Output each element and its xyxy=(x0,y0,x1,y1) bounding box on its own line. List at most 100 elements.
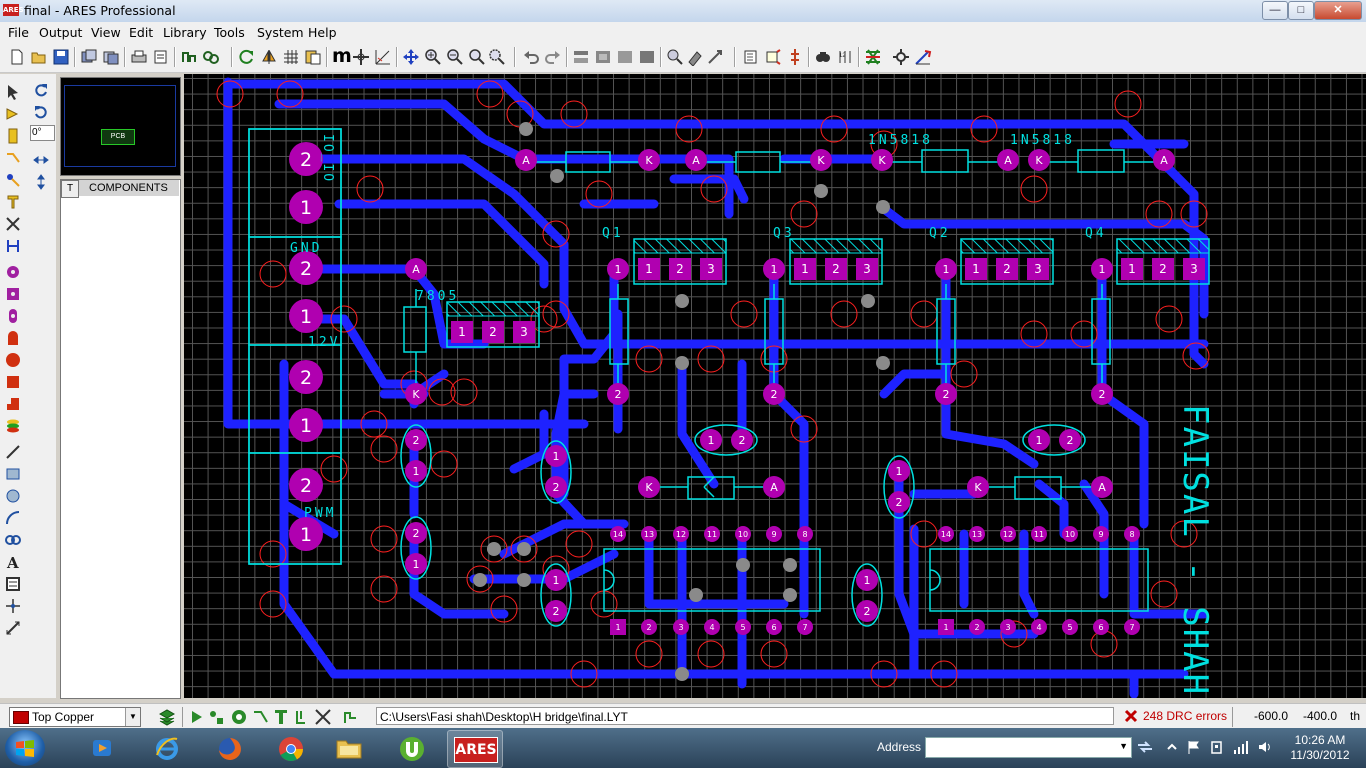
address-input[interactable]: ▼ xyxy=(925,737,1132,758)
menu-view[interactable]: View xyxy=(91,25,121,40)
explorer-button[interactable] xyxy=(322,730,376,766)
netlist2-icon[interactable] xyxy=(202,48,220,66)
layers-stack-icon[interactable] xyxy=(158,708,176,726)
ratsnest-toggle-icon[interactable] xyxy=(314,708,332,726)
block-delete-icon[interactable] xyxy=(638,48,656,66)
system-clock[interactable]: 10:26 AM 11/30/2012 xyxy=(1284,733,1356,763)
show-hidden-icons-icon[interactable] xyxy=(1166,741,1178,753)
menu-tools[interactable]: Tools xyxy=(214,25,245,40)
zoom-in-icon[interactable] xyxy=(424,48,442,66)
print-icon[interactable] xyxy=(130,48,148,66)
object-selector[interactable]: T COMPONENTS xyxy=(60,179,181,699)
mirror-horizontal-icon[interactable] xyxy=(33,152,49,168)
zoom-out-icon[interactable] xyxy=(446,48,464,66)
padstack-icon[interactable] xyxy=(5,418,21,434)
refresh-icon[interactable] xyxy=(238,48,256,66)
via-icon[interactable] xyxy=(5,172,21,188)
connectivity-highlight-icon[interactable] xyxy=(342,708,360,726)
chevron-down-icon[interactable]: ▼ xyxy=(125,708,140,726)
edge-pad-icon[interactable] xyxy=(5,330,21,346)
dimension-icon[interactable] xyxy=(5,620,21,636)
menu-system[interactable]: System xyxy=(257,25,304,40)
export-icon[interactable] xyxy=(102,48,120,66)
sort-icon[interactable]: 12 xyxy=(836,48,854,66)
step-icon[interactable] xyxy=(208,708,226,726)
probe-icon[interactable] xyxy=(786,48,804,66)
undo-icon[interactable] xyxy=(522,48,540,66)
zoom-area-icon[interactable] xyxy=(488,48,506,66)
maximize-button[interactable]: □ xyxy=(1288,1,1314,20)
layers-icon[interactable] xyxy=(304,48,322,66)
grid-icon[interactable] xyxy=(282,48,300,66)
polygon-pad-icon[interactable] xyxy=(5,396,21,412)
zone-icon[interactable] xyxy=(5,194,21,210)
block-copy-icon[interactable] xyxy=(572,48,590,66)
flip-icon[interactable] xyxy=(260,48,278,66)
volume-icon[interactable] xyxy=(1257,739,1273,755)
select-icon[interactable] xyxy=(5,84,21,100)
minimize-button[interactable]: — xyxy=(1262,1,1288,20)
chrome-button[interactable] xyxy=(264,730,318,766)
go-arrow-icon[interactable] xyxy=(1136,739,1154,755)
overview-window[interactable]: PCB xyxy=(60,77,181,176)
netlist-icon[interactable] xyxy=(180,48,198,66)
square-pad-icon[interactable] xyxy=(5,286,21,302)
menu-file[interactable]: File xyxy=(8,25,29,40)
start-button[interactable] xyxy=(5,730,45,766)
circle-pad-icon[interactable] xyxy=(5,352,21,368)
pause-icon[interactable] xyxy=(230,708,248,726)
search-icon[interactable] xyxy=(814,48,832,66)
track-icon[interactable] xyxy=(5,150,21,166)
zoom-all-icon[interactable] xyxy=(468,48,486,66)
ares-app-icon[interactable]: ARES xyxy=(3,4,24,16)
pan-icon[interactable] xyxy=(402,48,420,66)
route-icon[interactable] xyxy=(252,708,270,726)
media-app-button[interactable] xyxy=(75,730,129,766)
play-icon[interactable] xyxy=(188,708,206,726)
round-pad-icon[interactable] xyxy=(5,264,21,280)
menu-library[interactable]: Library xyxy=(163,25,207,40)
bus-icon[interactable] xyxy=(764,48,782,66)
pcb-editing-window[interactable]: 2 1 2 1 2 1 2 1 A K A K K A K A A K K A … xyxy=(184,74,1366,698)
block-move-icon[interactable] xyxy=(594,48,612,66)
ratsnest-icon[interactable] xyxy=(914,48,932,66)
origin-icon[interactable] xyxy=(352,48,370,66)
rotation-angle-input[interactable]: 0° xyxy=(30,125,55,141)
connectivity-icon[interactable] xyxy=(5,238,21,254)
device-icon[interactable] xyxy=(1209,739,1225,755)
ares-taskbar-button[interactable]: ARES xyxy=(447,730,503,768)
internet-explorer-button[interactable] xyxy=(140,730,194,766)
arc-icon[interactable] xyxy=(5,510,21,526)
tag-pin-icon[interactable] xyxy=(292,708,310,726)
metric-toggle-button[interactable]: m xyxy=(332,45,352,67)
drc-status[interactable]: 248 DRC errors xyxy=(1120,707,1228,725)
firefox-button[interactable] xyxy=(203,730,257,766)
menu-help[interactable]: Help xyxy=(308,25,337,40)
library-icon[interactable] xyxy=(686,48,704,66)
box-icon[interactable] xyxy=(5,466,21,482)
rotate-ccw-icon[interactable] xyxy=(33,104,49,120)
selector-mode-button[interactable]: T xyxy=(61,180,79,198)
save-icon[interactable] xyxy=(52,48,70,66)
network-signal-icon[interactable] xyxy=(1232,739,1250,755)
snap-icon[interactable] xyxy=(374,48,392,66)
print-setup-icon[interactable] xyxy=(152,48,170,66)
path-icon[interactable] xyxy=(5,532,21,548)
autorouter-icon[interactable] xyxy=(864,48,882,66)
symbol-icon[interactable] xyxy=(5,576,21,592)
menu-output[interactable]: Output xyxy=(39,25,82,40)
package-icon[interactable] xyxy=(5,128,21,144)
line-icon[interactable] xyxy=(5,444,21,460)
import-icon[interactable] xyxy=(80,48,98,66)
stop-icon[interactable] xyxy=(272,708,290,726)
block-rotate-icon[interactable] xyxy=(616,48,634,66)
layer-selector[interactable]: Top Copper ▼ xyxy=(9,707,141,727)
new-icon[interactable] xyxy=(8,48,26,66)
mirror-vertical-icon[interactable] xyxy=(33,174,49,190)
dil-pad-icon[interactable] xyxy=(5,308,21,324)
package-icon[interactable] xyxy=(706,48,724,66)
rect-pad-icon[interactable] xyxy=(5,374,21,390)
design-explorer-icon[interactable] xyxy=(892,48,910,66)
marker-icon[interactable] xyxy=(5,598,21,614)
component-icon[interactable] xyxy=(5,106,21,122)
